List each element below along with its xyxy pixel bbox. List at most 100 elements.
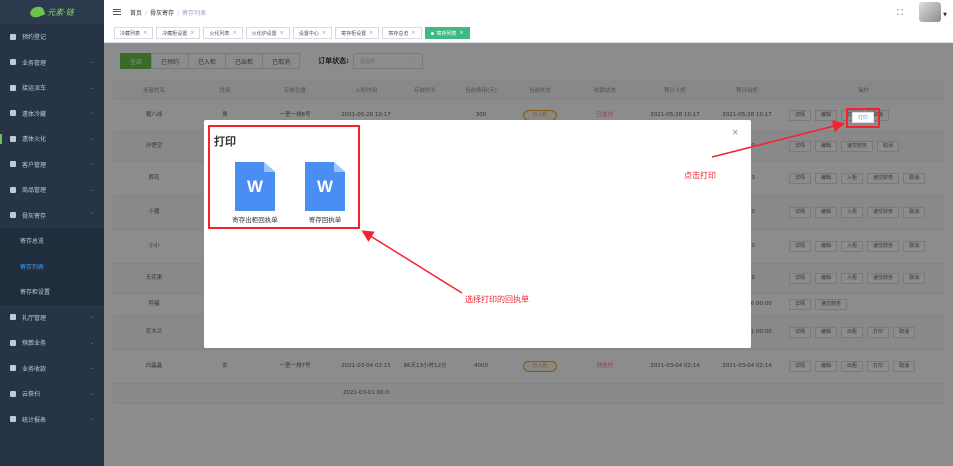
close-icon[interactable]: × bbox=[143, 30, 147, 36]
sidebar-item[interactable]: 商品管理 ⌄ bbox=[0, 177, 104, 203]
sidebar-item-label: 业务管理 bbox=[22, 59, 47, 67]
leaf-logo-icon bbox=[28, 4, 46, 20]
sidebar-subitem[interactable]: 寄存列表 bbox=[0, 254, 104, 280]
close-icon[interactable]: × bbox=[369, 30, 373, 36]
calendar-icon bbox=[10, 33, 16, 40]
sidebar-item[interactable]: 遗体火化 ⌄ bbox=[0, 126, 104, 152]
sidebar-item[interactable]: 业务收款 ⌄ bbox=[0, 356, 104, 382]
sidebar-item-label: 业务收款 bbox=[22, 365, 47, 373]
navbar: 首页 / 骨灰寄存 / 寄存列表 ⛶ ▼ bbox=[104, 0, 953, 24]
sidebar-item[interactable]: 客户管理 ⌄ bbox=[0, 152, 104, 178]
chevron-icon: ⌄ bbox=[89, 314, 94, 321]
sidebar-item-label: 预约登记 bbox=[22, 34, 47, 42]
sidebar: 元素·链 预约登记业务管理 ⌄ 接运派车 ⌄ 遗体冷藏 ⌄ 遗体火化 ⌄ 客户管理 ⌄ 商品管理 ⌄ 骨… bbox=[0, 0, 104, 466]
tag-label: 冷藏列表 bbox=[120, 30, 141, 37]
chevron-icon: ⌄ bbox=[89, 339, 94, 346]
cloud-icon bbox=[10, 390, 16, 397]
chart-icon bbox=[10, 416, 16, 423]
chevron-icon: ⌃ bbox=[89, 212, 94, 219]
annotation-print-box bbox=[846, 108, 880, 128]
caret-down-icon[interactable]: ▼ bbox=[943, 12, 947, 18]
avatar[interactable] bbox=[919, 2, 941, 22]
close-icon[interactable]: × bbox=[731, 128, 739, 138]
close-icon[interactable]: × bbox=[190, 30, 194, 36]
breadcrumb-home[interactable]: 首页 bbox=[130, 10, 142, 17]
sidebar-item-label: 遗体冷藏 bbox=[22, 110, 47, 118]
chevron-icon: ⌄ bbox=[89, 59, 94, 66]
sidebar-item-label: 骨灰寄存 bbox=[22, 212, 47, 220]
sidebar-item-label: 云祭扫 bbox=[22, 391, 41, 399]
cart-icon bbox=[10, 186, 16, 193]
close-icon[interactable]: × bbox=[280, 30, 284, 36]
dialog-title: 打印 bbox=[214, 135, 236, 148]
annotation-choose-receipt: 选择打印的回执单 bbox=[465, 295, 529, 304]
breadcrumb-section[interactable]: 骨灰寄存 bbox=[150, 10, 174, 17]
close-icon[interactable]: × bbox=[460, 30, 464, 36]
chevron-icon: ⌄ bbox=[89, 135, 94, 142]
tab-tag[interactable]: 寄存总览 × bbox=[382, 27, 422, 39]
chevron-icon: ⌄ bbox=[89, 110, 94, 117]
sidebar-item[interactable]: 云祭扫 ⌄ bbox=[0, 381, 104, 407]
sidebar-item-label: 遗体火化 bbox=[22, 136, 47, 144]
sidebar-item-label: 客户管理 bbox=[22, 161, 47, 169]
sidebar-item-label: 商品管理 bbox=[22, 187, 47, 195]
sidebar-item[interactable]: 业务管理 ⌄ bbox=[0, 50, 104, 76]
sidebar-subitem[interactable]: 寄存总览 bbox=[0, 228, 104, 254]
tab-tag[interactable]: 寄存柜设置 × bbox=[335, 27, 380, 39]
sidebar-item[interactable]: 殡葬业务 ⌄ bbox=[0, 330, 104, 356]
tag-label: 寄存柜设置 bbox=[341, 30, 367, 37]
chevron-icon: ⌄ bbox=[89, 416, 94, 423]
tab-tag[interactable]: 冷藏柜设置 × bbox=[156, 27, 201, 39]
fullscreen-icon[interactable]: ⛶ bbox=[897, 8, 903, 18]
settings-icon bbox=[10, 339, 16, 346]
word-doc-icon: W bbox=[235, 162, 275, 211]
hall-icon bbox=[10, 314, 16, 321]
sidebar-item[interactable]: 统计报表 ⌄ bbox=[0, 407, 104, 433]
close-icon[interactable]: × bbox=[411, 30, 415, 36]
chevron-icon: ⌄ bbox=[89, 390, 94, 397]
truck-icon bbox=[10, 84, 16, 91]
sidebar-item-label: 接运派车 bbox=[22, 85, 47, 93]
close-icon[interactable]: × bbox=[232, 30, 236, 36]
sidebar-item[interactable]: 遗体冷藏 ⌄ bbox=[0, 101, 104, 127]
chevron-icon: ⌄ bbox=[89, 161, 94, 168]
hamburger-icon[interactable] bbox=[113, 9, 121, 15]
circle-icon bbox=[10, 59, 16, 66]
tag-label: 火化炉设置 bbox=[251, 30, 277, 37]
flame-icon bbox=[10, 135, 16, 142]
tag-label: 寄存总览 bbox=[388, 30, 409, 37]
money-icon bbox=[10, 365, 16, 372]
doc-label: 寄存出柜回执单 bbox=[232, 216, 278, 224]
breadcrumb: 首页 / 骨灰寄存 / 寄存列表 bbox=[130, 9, 207, 17]
tab-tag[interactable]: 火化炉设置 × bbox=[245, 27, 290, 39]
sidebar-item[interactable]: 预约登记 bbox=[0, 24, 104, 50]
chevron-icon: ⌄ bbox=[89, 84, 94, 91]
chevron-icon: ⌄ bbox=[89, 186, 94, 193]
close-icon[interactable]: × bbox=[322, 30, 326, 36]
user-icon bbox=[10, 161, 16, 168]
active-dot-icon bbox=[430, 31, 434, 35]
sidebar-item-label: 殡葬业务 bbox=[22, 340, 47, 348]
tab-tag[interactable]: 火化列表 × bbox=[203, 27, 243, 39]
tab-tag[interactable]: 设置中心 × bbox=[292, 27, 333, 39]
tags-view: 冷藏列表 × 冷藏柜设置 × 火化列表 × 火化炉设置 × 设置中心 × 寄存柜设置 × 寄存总览 × 寄存… bbox=[104, 24, 953, 43]
app-logo[interactable]: 元素·链 bbox=[0, 0, 104, 24]
doc-label: 寄存回执单 bbox=[308, 216, 342, 224]
tab-tag[interactable]: 寄存列表 × bbox=[424, 27, 470, 39]
sidebar-subitem[interactable]: 寄存柜设置 bbox=[0, 279, 104, 305]
grid-icon bbox=[10, 212, 16, 219]
sidebar-item[interactable]: 骨灰寄存 ⌃ bbox=[0, 203, 104, 229]
word-doc-icon: W bbox=[305, 162, 345, 211]
chevron-icon: ⌄ bbox=[89, 365, 94, 372]
sidebar-item[interactable]: 礼厅管理 ⌄ bbox=[0, 305, 104, 331]
breadcrumb-current: 寄存列表 bbox=[182, 9, 207, 17]
tag-label: 冷藏柜设置 bbox=[162, 30, 188, 37]
tab-tag[interactable]: 冷藏列表 × bbox=[114, 27, 154, 39]
tag-label: 设置中心 bbox=[298, 30, 319, 37]
doc-checkout-receipt[interactable]: W 寄存出柜回执单 bbox=[220, 162, 290, 224]
snowflake-icon bbox=[10, 110, 16, 117]
doc-storage-receipt[interactable]: W 寄存回执单 bbox=[290, 162, 360, 224]
logo-text: 元素·链 bbox=[47, 7, 74, 17]
sidebar-item-label: 统计报表 bbox=[22, 416, 47, 424]
sidebar-item[interactable]: 接运派车 ⌄ bbox=[0, 75, 104, 101]
